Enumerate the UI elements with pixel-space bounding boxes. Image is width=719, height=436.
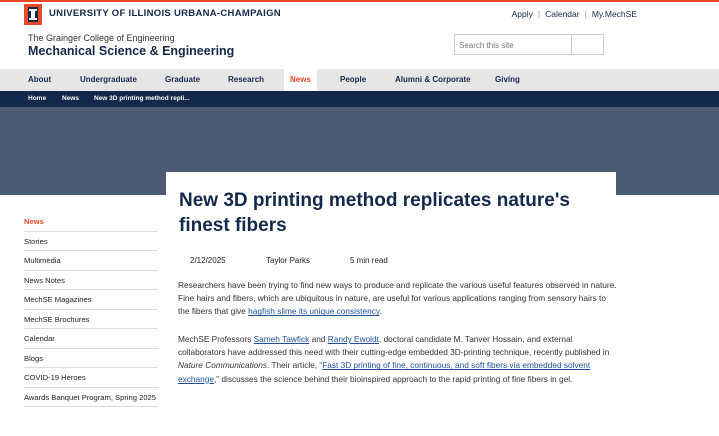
article-date: 2/12/2025 bbox=[190, 256, 226, 265]
utility-separator: | bbox=[537, 9, 541, 19]
utility-link-apply[interactable]: Apply bbox=[512, 9, 533, 19]
department-name[interactable]: Mechanical Science & Engineering bbox=[28, 44, 234, 58]
breadcrumb-current: New 3D printing method repli... bbox=[94, 95, 190, 102]
article-link-sameh-tawfick[interactable]: Sameh Tawfick bbox=[254, 334, 310, 344]
nav-item-news[interactable]: News bbox=[284, 69, 317, 91]
breadcrumb-news[interactable]: News bbox=[62, 91, 79, 107]
article-author: Taylor Parks bbox=[266, 256, 311, 265]
sidebar-item-mechse-magazines[interactable]: MechSE Magazines bbox=[24, 290, 158, 310]
sidebar-item-awards-banquet[interactable]: Awards Banquet Program, Spring 2025 bbox=[24, 388, 158, 407]
article-paragraph: MechSE Professors Sameh Tawfick and Rand… bbox=[178, 334, 610, 384]
sidebar-item-blogs[interactable]: Blogs bbox=[24, 349, 158, 368]
nav-item-graduate[interactable]: Graduate bbox=[165, 69, 200, 91]
university-name[interactable]: UNIVERSITY OF ILLINOIS URBANA-CHAMPAIGN bbox=[49, 8, 281, 19]
search-input[interactable] bbox=[455, 36, 571, 55]
block-i-logo[interactable] bbox=[24, 4, 42, 25]
site-header: The Grainger College of Engineering Mech… bbox=[0, 26, 719, 68]
nav-item-undergraduate[interactable]: Undergraduate bbox=[80, 69, 137, 91]
sidebar-item-news[interactable]: News bbox=[24, 212, 158, 232]
utility-link-mymechse[interactable]: My.MechSE bbox=[592, 9, 637, 19]
sidebar-item-calendar[interactable]: Calendar bbox=[24, 329, 158, 349]
college-name[interactable]: The Grainger College of Engineering bbox=[28, 33, 175, 43]
university-bar: UNIVERSITY OF ILLINOIS URBANA-CHAMPAIGN … bbox=[0, 0, 719, 26]
section-sidebar: News Stories Multimedia News Notes MechS… bbox=[24, 212, 158, 407]
article-link-hagfish-slime[interactable]: hagfish slime its unique consistency bbox=[248, 306, 379, 316]
main-nav: About Undergraduate Graduate Research Ne… bbox=[0, 69, 719, 91]
search-box bbox=[454, 34, 604, 55]
sidebar-item-covid-heroes[interactable]: COVID-19 Heroes bbox=[24, 368, 158, 388]
article-paragraph: Researchers have been trying to find new… bbox=[178, 280, 617, 317]
nav-item-about[interactable]: About bbox=[28, 69, 51, 91]
journal-name: Nature Communications bbox=[178, 360, 267, 371]
nav-item-people[interactable]: People bbox=[340, 69, 366, 91]
article-link-randy-ewoldt[interactable]: Randy Ewoldt bbox=[328, 334, 379, 344]
article-read-time: 5 min read bbox=[350, 256, 388, 265]
nav-item-giving[interactable]: Giving bbox=[495, 69, 520, 91]
sidebar-item-news-notes[interactable]: News Notes bbox=[24, 271, 158, 290]
sidebar-item-stories[interactable]: Stories bbox=[24, 232, 158, 251]
sidebar-item-multimedia[interactable]: Multimedia bbox=[24, 251, 158, 271]
search-button[interactable] bbox=[571, 35, 603, 54]
nav-item-alumni-corporate[interactable]: Alumni & Corporate bbox=[395, 69, 471, 91]
breadcrumb-home[interactable]: Home bbox=[28, 91, 46, 107]
utility-links: Apply | Calendar | My.MechSE bbox=[512, 9, 637, 19]
article-title: New 3D printing method replicates nature… bbox=[179, 190, 570, 236]
breadcrumb: Home News New 3D printing method repli..… bbox=[0, 91, 719, 107]
sidebar-item-mechse-brochures[interactable]: MechSE Brochures bbox=[24, 310, 158, 329]
utility-separator: | bbox=[584, 9, 587, 19]
nav-item-research[interactable]: Research bbox=[228, 69, 264, 91]
utility-link-calendar[interactable]: Calendar bbox=[545, 9, 580, 19]
